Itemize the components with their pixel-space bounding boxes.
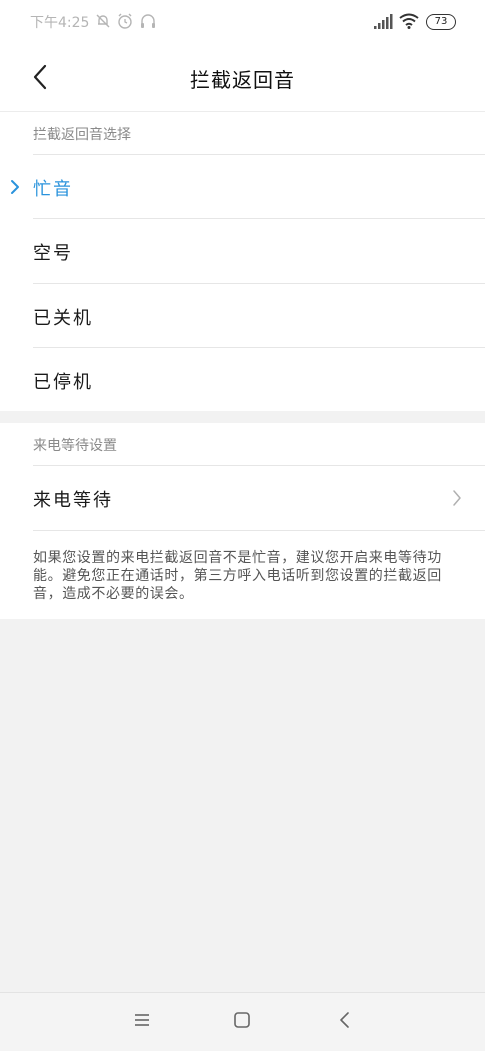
header: 拦截返回音 <box>0 44 485 112</box>
status-bar: 下午4:25 73 <box>0 0 485 44</box>
battery-icon: 73 <box>426 14 456 30</box>
battery-level: 73 <box>434 16 448 27</box>
headphones-icon <box>141 14 155 28</box>
tone-section: 拦截返回音选择 忙音 空号 已关机 已停机 <box>0 112 485 411</box>
call-waiting-label: 来电等待 <box>33 490 113 511</box>
option-label: 忙音 <box>33 179 73 200</box>
option-label: 空号 <box>33 243 73 264</box>
option-label: 已关机 <box>33 308 93 329</box>
call-waiting-note: 如果您设置的来电拦截返回音不是忙音，建议您开启来电等待功能。避免您正在通话时，第… <box>33 550 442 602</box>
option-label: 已停机 <box>33 372 93 393</box>
home-icon[interactable] <box>233 1011 251 1029</box>
menu-icon[interactable] <box>133 1011 151 1029</box>
back-icon[interactable] <box>336 1011 354 1029</box>
option-powered-off[interactable]: 已关机 <box>33 283 485 348</box>
signal-icon <box>374 14 393 29</box>
alarm-icon <box>118 13 132 29</box>
tone-section-label: 拦截返回音选择 <box>33 127 131 143</box>
waiting-section-label: 来电等待设置 <box>33 438 117 454</box>
option-busy-tone[interactable]: 忙音 <box>11 154 485 219</box>
navigation-bar <box>0 992 485 1051</box>
status-time: 下午4:25 <box>30 15 90 31</box>
call-waiting-item[interactable]: 来电等待 <box>33 465 485 531</box>
chevron-right-icon <box>453 490 461 506</box>
mute-bell-icon <box>96 14 110 28</box>
page-title: 拦截返回音 <box>190 68 295 92</box>
option-empty-number[interactable]: 空号 <box>33 218 485 283</box>
chevron-right-selected-icon <box>11 180 19 194</box>
wifi-icon <box>399 13 419 29</box>
option-suspended[interactable]: 已停机 <box>33 347 485 412</box>
